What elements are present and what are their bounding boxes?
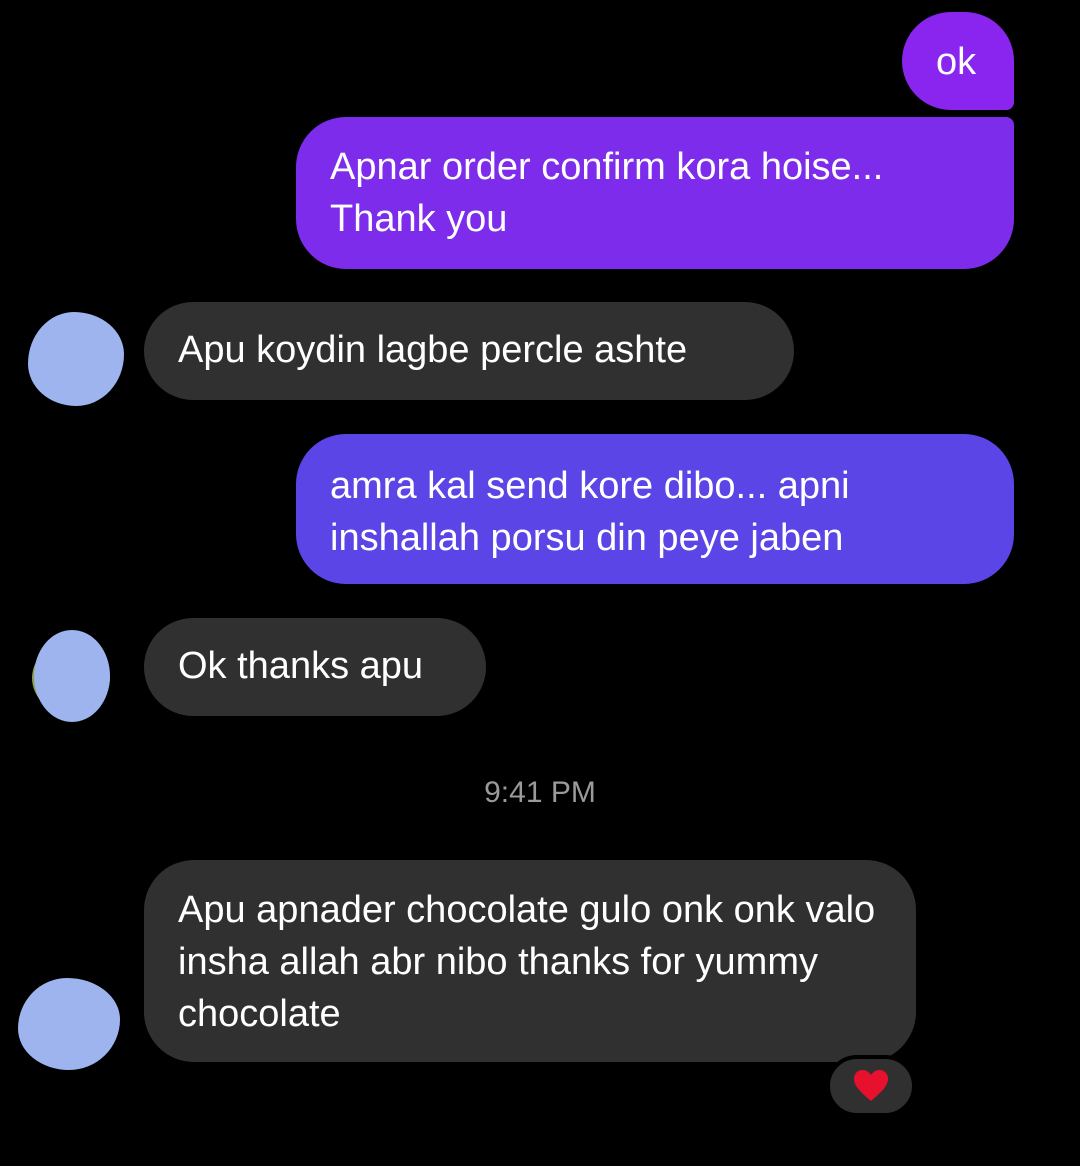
message-text: Apu koydin lagbe percle ashte xyxy=(178,329,688,371)
outgoing-message-bubble[interactable]: amra kal send kore dibo... apni inshalla… xyxy=(296,434,1014,584)
contact-avatar[interactable] xyxy=(34,630,110,722)
outgoing-message-bubble[interactable]: Apnar order confirm kora hoise... Thank … xyxy=(296,117,1014,269)
message-text: amra kal send kore dibo... apni inshalla… xyxy=(330,465,850,559)
contact-avatar[interactable] xyxy=(18,978,120,1070)
message-text: Apnar order confirm kora hoise... Thank … xyxy=(330,146,884,240)
incoming-message-bubble[interactable]: Ok thanks apu xyxy=(144,618,486,716)
incoming-message-bubble[interactable]: Apu koydin lagbe percle ashte xyxy=(144,302,794,400)
reaction-badge[interactable] xyxy=(826,1055,916,1117)
message-text: Apu apnader chocolate gulo onk onk valo … xyxy=(178,889,876,1035)
incoming-message-bubble[interactable]: Apu apnader chocolate gulo onk onk valo … xyxy=(144,860,916,1062)
contact-avatar[interactable] xyxy=(28,312,124,406)
message-text: ok xyxy=(936,41,977,83)
message-text: Ok thanks apu xyxy=(178,645,424,687)
heart-icon xyxy=(854,1070,888,1101)
outgoing-message-bubble[interactable]: ok xyxy=(902,12,1014,110)
message-timestamp: 9:41 PM xyxy=(484,776,596,809)
